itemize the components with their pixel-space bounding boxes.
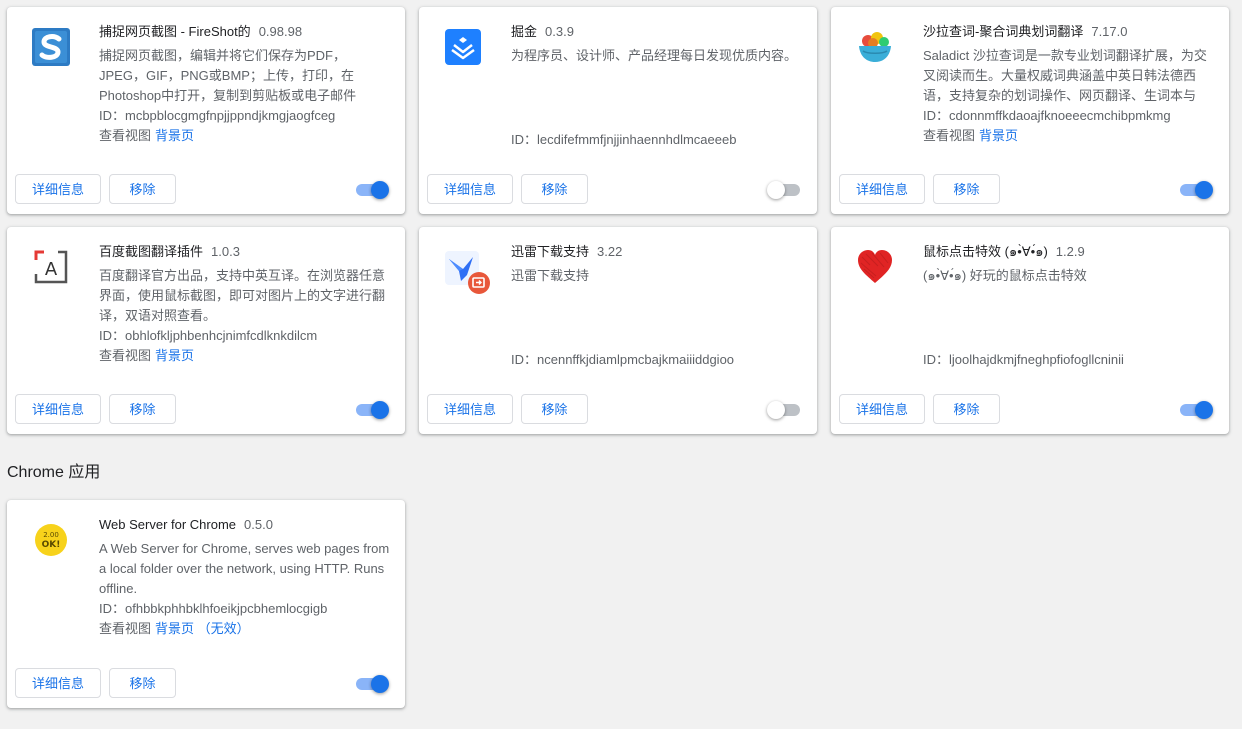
- icon-text-top: 2.00: [43, 531, 59, 539]
- extension-card-baidu-translate: A 百度截图翻译插件 1.0.3 百度翻译官方出品，支持中英互译。在浏览器任意界面…: [7, 227, 405, 434]
- details-button[interactable]: 详细信息: [839, 394, 925, 424]
- extension-description: (๑•̀∀•́๑) 好玩的鼠标点击特效: [923, 268, 1087, 283]
- remove-button[interactable]: 移除: [933, 394, 1000, 424]
- remove-button[interactable]: 移除: [109, 174, 176, 204]
- inspect-views-label: 查看视图: [99, 348, 152, 363]
- extension-version: 0.3.9: [545, 24, 574, 39]
- extension-title: 迅雷下载支持 3.22: [511, 243, 803, 261]
- extension-card-fireshot: 捕捉网页截图 - FireShot的 0.98.98 捕捉网页截图，编辑并将它们保…: [7, 7, 405, 214]
- extension-id: ID：mcbpblocgmgfnpjjppndjkmgjaogfceg: [99, 108, 336, 123]
- extension-version: 3.22: [597, 244, 623, 259]
- extension-description: 捕捉网页截图，编辑并将它们保存为PDF，JPEG，GIF，PNG或BMP；上传，…: [99, 48, 357, 103]
- juejin-icon: [443, 27, 483, 67]
- extension-description: 迅雷下载支持: [511, 268, 590, 283]
- extension-version: 1.2.9: [1055, 244, 1085, 259]
- extension-card-juejin: 掘金 0.3.9 为程序员、设计师、产品经理每日发现优质内容。 ID：lecdif…: [419, 7, 817, 214]
- extension-card-saladict: 沙拉查词-聚合词典划词翻译 7.17.0 Saladict 沙拉查词是一款专业划词…: [831, 7, 1229, 214]
- enable-toggle[interactable]: [356, 401, 389, 419]
- extension-card-xunlei: 迅雷下载支持 3.22 迅雷下载支持 ID：ncennffkjdiamlpmcba…: [419, 227, 817, 434]
- baidu-translate-icon: A: [31, 247, 71, 287]
- app-card-web-server: 2.00 OK! Web Server for Chrome 0.5.0 A We…: [7, 500, 405, 708]
- background-page-link[interactable]: 背景页: [155, 128, 194, 143]
- extension-id: ID：obhlofkljphbenhcjnimfcdlknkdilcm: [99, 328, 318, 343]
- xunlei-icon: [443, 247, 491, 295]
- saladict-icon: [855, 27, 895, 67]
- app-id: ID：ofhbbkphhbklhfoeikjpcbhemlocgigb: [99, 601, 328, 616]
- inspect-views: 查看视图 背景页: [99, 346, 391, 366]
- app-version: 0.5.0: [244, 517, 273, 532]
- extension-description: Saladict 沙拉查词是一款专业划词翻译扩展，为交叉阅读而生。大量权威词典涵…: [923, 48, 1207, 103]
- remove-button[interactable]: 移除: [933, 174, 1000, 204]
- enable-toggle[interactable]: [1180, 401, 1213, 419]
- details-button[interactable]: 详细信息: [15, 668, 101, 698]
- extension-version: 7.17.0: [1091, 24, 1128, 39]
- chrome-apps-section-title: Chrome 应用: [7, 464, 101, 481]
- enable-toggle[interactable]: [1180, 181, 1213, 199]
- extension-name: 捕捉网页截图 - FireShot的: [99, 24, 251, 39]
- enable-toggle[interactable]: [767, 401, 800, 419]
- inspect-views-label: 查看视图: [923, 128, 976, 143]
- svg-text:A: A: [45, 259, 58, 280]
- details-button[interactable]: 详细信息: [15, 394, 101, 424]
- extension-title: 沙拉查词-聚合词典划词翻译 7.17.0: [923, 23, 1215, 41]
- enable-toggle[interactable]: [356, 181, 389, 199]
- web-server-ok-icon: 2.00 OK!: [31, 520, 71, 560]
- icon-text-bottom: OK!: [42, 540, 61, 550]
- inspect-views-label: 查看视图: [99, 128, 152, 143]
- extension-title: 百度截图翻译插件 1.0.3: [99, 243, 391, 261]
- remove-button[interactable]: 移除: [521, 174, 588, 204]
- remove-button[interactable]: 移除: [521, 394, 588, 424]
- extension-description: 为程序员、设计师、产品经理每日发现优质内容。: [511, 48, 798, 63]
- extension-title: 鼠标点击特效 (๑•̀∀•́๑) 1.2.9: [923, 243, 1215, 261]
- enable-toggle[interactable]: [767, 181, 800, 199]
- background-page-link[interactable]: 背景页 （无效）: [155, 621, 250, 636]
- remove-button[interactable]: 移除: [109, 394, 176, 424]
- extension-id: ID：lecdifefmmfjnjjinhaennhdlmcaeeeb: [511, 132, 737, 147]
- details-button[interactable]: 详细信息: [839, 174, 925, 204]
- details-button[interactable]: 详细信息: [15, 174, 101, 204]
- extension-card-click-effects: 鼠标点击特效 (๑•̀∀•́๑) 1.2.9 (๑•̀∀•́๑) 好玩的鼠标点击特…: [831, 227, 1229, 434]
- extension-name: 迅雷下载支持: [511, 244, 590, 259]
- extension-name: 百度截图翻译插件: [99, 244, 204, 259]
- enable-toggle[interactable]: [356, 675, 389, 693]
- extension-description: 百度翻译官方出品，支持中英互译。在浏览器任意界面，使用鼠标截图，即可对图片上的文…: [99, 268, 386, 323]
- app-name: Web Server for Chrome: [99, 517, 237, 532]
- extension-name: 鼠标点击特效 (๑•̀∀•́๑): [923, 244, 1048, 259]
- background-page-link[interactable]: 背景页: [979, 128, 1018, 143]
- extension-title: 掘金 0.3.9: [511, 23, 803, 41]
- extension-name: 沙拉查词-聚合词典划词翻译: [923, 24, 1084, 39]
- inspect-views: 查看视图 背景页: [923, 126, 1215, 146]
- app-description: A Web Server for Chrome, serves web page…: [99, 541, 390, 596]
- extension-id: ID：ljoolhajdkmjfneghpfiofogllcninii: [923, 352, 1124, 367]
- extension-id: ID：cdonnmffkdaoajfknoeeecmchibpmkmg: [923, 108, 1171, 123]
- extension-name: 掘金: [511, 24, 538, 39]
- background-page-link[interactable]: 背景页: [155, 348, 194, 363]
- extension-version: 1.0.3: [211, 244, 240, 259]
- extension-id: ID：ncennffkjdiamlpmcbajkmaiiiddgioo: [511, 352, 735, 367]
- remove-button[interactable]: 移除: [109, 668, 176, 698]
- inspect-views: 查看视图 背景页: [99, 126, 391, 146]
- extension-version: 0.98.98: [258, 24, 303, 39]
- inspect-views-label: 查看视图: [99, 621, 152, 636]
- details-button[interactable]: 详细信息: [427, 174, 513, 204]
- app-title: Web Server for Chrome 0.5.0: [99, 516, 391, 534]
- heart-icon: [855, 247, 895, 287]
- extension-title: 捕捉网页截图 - FireShot的 0.98.98: [99, 23, 391, 41]
- fireshot-icon: [31, 27, 71, 67]
- details-button[interactable]: 详细信息: [427, 394, 513, 424]
- inspect-views: 查看视图 背景页 （无效）: [99, 619, 391, 639]
